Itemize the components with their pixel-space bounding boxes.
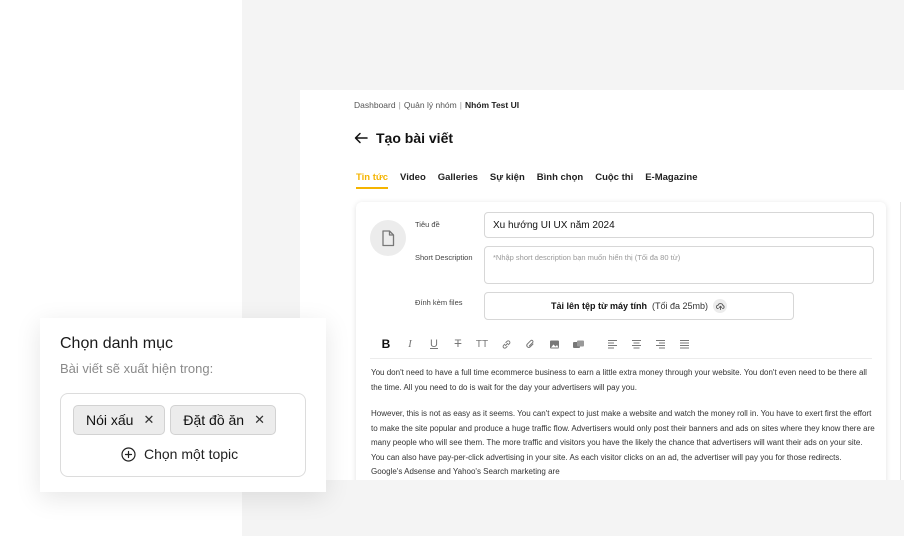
breadcrumb-item-group-management[interactable]: Quản lý nhóm xyxy=(404,100,457,110)
tab-galleries[interactable]: Galleries xyxy=(438,172,478,189)
link-icon[interactable] xyxy=(494,336,518,352)
upload-file-button[interactable]: Tải lên tệp từ máy tính (Tối đa 25mb) xyxy=(484,292,794,320)
toolbar-divider xyxy=(590,336,600,352)
align-left-icon[interactable] xyxy=(600,336,624,352)
plus-circle-icon xyxy=(121,446,136,462)
gallery-icon[interactable] xyxy=(566,336,590,352)
tab-video[interactable]: Video xyxy=(400,172,426,189)
upload-size-hint: (Tối đa 25mb) xyxy=(652,301,709,311)
upload-label: Tải lên tệp từ máy tính xyxy=(550,301,647,311)
breadcrumb: Dashboard | Quản lý nhóm | Nhóm Test UI xyxy=(354,100,519,110)
create-post-page: Dashboard | Quản lý nhóm | Nhóm Test UI Tạo … xyxy=(300,90,904,480)
align-justify-icon[interactable] xyxy=(672,336,696,352)
topic-chip: Đặt đồ ăn ✕ xyxy=(170,405,276,435)
editor-card: Tiêu đề Xu hướng UI UX năm 2024 Short De… xyxy=(356,202,886,480)
title-label: Tiêu đề xyxy=(415,220,440,229)
close-icon[interactable]: ✕ xyxy=(143,412,154,428)
title-row: Tạo bài viết xyxy=(354,130,453,146)
tab-events[interactable]: Sự kiện xyxy=(490,172,525,189)
bold-icon[interactable]: B xyxy=(374,336,398,352)
breadcrumb-separator: | xyxy=(459,100,462,110)
breadcrumb-item-current: Nhóm Test UI xyxy=(464,100,520,110)
close-icon[interactable]: ✕ xyxy=(254,412,265,428)
editor-toolbar: B I U T TT xyxy=(374,336,696,352)
attachment-icon[interactable] xyxy=(518,336,542,352)
text-size-icon[interactable]: TT xyxy=(470,336,494,352)
category-title: Chọn danh mục xyxy=(60,335,173,352)
underline-icon[interactable]: U xyxy=(422,336,446,352)
topic-selection-box: Nói xấu ✕ Đặt đồ ăn ✕ Chọn một topic xyxy=(60,393,306,477)
add-topic-label: Chọn một topic xyxy=(144,446,239,462)
file-thumbnail[interactable] xyxy=(370,220,406,256)
breadcrumb-separator: | xyxy=(398,100,401,110)
tab-news[interactable]: Tin tức xyxy=(356,172,389,189)
content-paragraph: You don't need to have a full time ecomm… xyxy=(371,368,867,392)
add-topic-button[interactable]: Chọn một topic xyxy=(121,446,238,462)
align-right-icon[interactable] xyxy=(648,336,672,352)
post-content-editor[interactable]: You don't need to have a full time ecomm… xyxy=(371,366,875,480)
short-description-input[interactable]: *Nhập short description bạn muốn hiển th… xyxy=(484,246,874,284)
arrow-left-icon[interactable] xyxy=(354,131,368,145)
category-subtitle: Bài viết sẽ xuất hiện trong: xyxy=(60,361,214,376)
tab-polls[interactable]: Bình chọn xyxy=(537,172,583,189)
topic-chip: Nói xấu ✕ xyxy=(73,405,166,435)
attach-files-label: Đính kèm files xyxy=(415,298,463,307)
side-panel-edge xyxy=(900,202,904,480)
page-title: Tạo bài viết xyxy=(376,130,454,146)
tab-contests[interactable]: Cuộc thi xyxy=(595,172,633,189)
strikethrough-icon[interactable]: T xyxy=(446,336,470,352)
italic-icon[interactable]: I xyxy=(398,336,422,352)
short-description-label: Short Description xyxy=(415,253,473,262)
content-paragraph: However, this is not as easy as it seems… xyxy=(371,409,875,476)
topic-chip-label: Đặt đồ ăn xyxy=(183,412,245,428)
breadcrumb-item-dashboard[interactable]: Dashboard xyxy=(354,100,396,110)
title-input[interactable]: Xu hướng UI UX năm 2024 xyxy=(484,212,874,238)
topic-chip-label: Nói xấu xyxy=(86,412,134,428)
post-type-tabs: Tin tức Video Galleries Sự kiện Bình chọ… xyxy=(356,172,697,189)
align-center-icon[interactable] xyxy=(624,336,648,352)
tab-emagazine[interactable]: E-Magazine xyxy=(645,172,697,189)
cloud-upload-icon xyxy=(713,299,728,313)
selected-topics: Nói xấu ✕ Đặt đồ ăn ✕ xyxy=(73,405,276,435)
toolbar-divider-line xyxy=(370,358,872,359)
document-icon xyxy=(382,229,395,246)
image-icon[interactable] xyxy=(542,336,566,352)
category-selector-card: Chọn danh mục Bài viết sẽ xuất hiện tron… xyxy=(40,318,326,492)
